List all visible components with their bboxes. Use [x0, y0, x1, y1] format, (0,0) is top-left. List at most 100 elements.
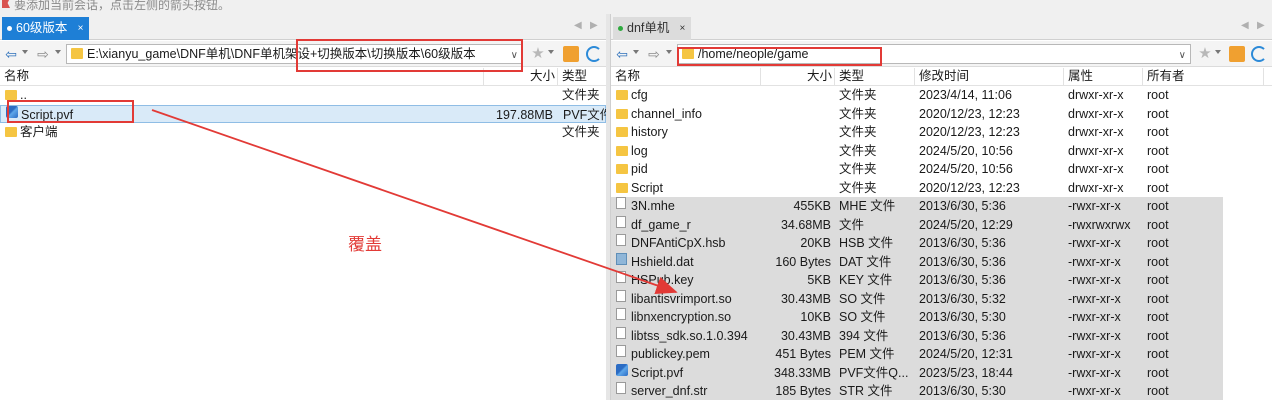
- table-row[interactable]: 客户端 文件夹: [0, 123, 606, 142]
- table-row[interactable]: Script.pvf 348.33MB PVF文件Q... 2023/5/23, 18…: [611, 363, 1272, 382]
- file-modified: 2020/12/23, 12:23: [919, 125, 1020, 139]
- refresh-icon[interactable]: [1251, 46, 1267, 62]
- file-attributes: -rwxr-xr-x: [1068, 273, 1121, 287]
- column-separator[interactable]: [557, 68, 558, 86]
- column-attributes[interactable]: 属性: [1068, 68, 1093, 86]
- table-row[interactable]: HSPub.key 5KB KEY 文件 2013/6/30, 5:36 -rwxr-x…: [611, 271, 1272, 290]
- column-type[interactable]: 类型: [562, 68, 587, 86]
- table-row[interactable]: Script 文件夹 2020/12/23, 12:23 drwxr-xr-x root: [611, 179, 1272, 198]
- table-row[interactable]: cfg 文件夹 2023/4/14, 11:06 drwxr-xr-x root: [611, 86, 1272, 105]
- file-name: df_game_r: [631, 217, 691, 232]
- back-arrow-icon[interactable]: ⇦: [614, 45, 630, 63]
- folder-icon: [616, 145, 628, 156]
- chevron-down-icon[interactable]: [548, 50, 554, 54]
- file-icon: [616, 308, 626, 320]
- table-row[interactable]: libnxencryption.so 10KB SO 文件 2013/6/30, 5:…: [611, 308, 1272, 327]
- file-size: 30.43MB: [780, 328, 831, 343]
- file-modified: 2024/5/20, 10:56: [919, 162, 1013, 176]
- forward-arrow-icon[interactable]: ⇨: [35, 45, 51, 63]
- column-separator[interactable]: [1263, 68, 1264, 86]
- file-name: channel_info: [631, 106, 702, 121]
- chevron-down-icon[interactable]: [22, 50, 28, 54]
- column-name[interactable]: 名称: [615, 68, 640, 86]
- table-row[interactable]: history 文件夹 2020/12/23, 12:23 drwxr-xr-x roo…: [611, 123, 1272, 142]
- file-name: server_dnf.str: [631, 384, 708, 398]
- file-owner: root: [1147, 180, 1169, 195]
- folder-icon: [616, 182, 628, 193]
- tab-scroll-left-icon[interactable]: ◀: [574, 20, 582, 31]
- file-owner: root: [1147, 273, 1169, 287]
- file-owner: root: [1147, 310, 1169, 324]
- table-row[interactable]: log 文件夹 2024/5/20, 10:56 drwxr-xr-x root: [611, 142, 1272, 161]
- file-owner: root: [1147, 365, 1169, 380]
- file-modified: 2020/12/23, 12:23: [919, 106, 1020, 121]
- file-owner: root: [1147, 88, 1169, 102]
- file-size: 348.33MB: [774, 365, 831, 380]
- file-type: KEY 文件: [839, 273, 893, 287]
- file-type: 文件夹: [839, 125, 877, 139]
- file-icon: [616, 382, 626, 394]
- home-folder-icon[interactable]: [563, 46, 579, 62]
- chevron-down-icon[interactable]: [633, 50, 639, 54]
- bookmark-star-icon[interactable]: ★: [530, 46, 546, 62]
- tab-scroll-right-icon[interactable]: ▶: [1257, 20, 1265, 31]
- file-size: 451 Bytes: [775, 347, 831, 361]
- tab-scroll-left-icon[interactable]: ◀: [1241, 20, 1249, 31]
- column-owner[interactable]: 所有者: [1147, 68, 1185, 86]
- bookmark-star-icon[interactable]: ★: [1197, 46, 1213, 62]
- tab-remote-dnf[interactable]: dnf单机 ×: [613, 17, 692, 40]
- file-icon: [616, 271, 626, 283]
- chevron-down-icon[interactable]: [666, 50, 672, 54]
- table-row[interactable]: server_dnf.str 185 Bytes STR 文件 2013/6/30, …: [611, 382, 1272, 400]
- column-separator[interactable]: [914, 68, 915, 86]
- table-row[interactable]: pid 文件夹 2024/5/20, 10:56 drwxr-xr-x root: [611, 160, 1272, 179]
- file-type: 394 文件: [839, 328, 889, 343]
- close-icon[interactable]: ×: [78, 17, 84, 40]
- table-row[interactable]: libantisvrimport.so 30.43MB SO 文件 2013/6/30…: [611, 289, 1272, 308]
- table-row[interactable]: libtss_sdk.so.1.0.394 30.43MB 394 文件 2013/6…: [611, 326, 1272, 345]
- file-size: 30.43MB: [780, 291, 831, 306]
- file-name: HSPub.key: [631, 273, 694, 287]
- column-name[interactable]: 名称: [4, 68, 29, 86]
- file-size: 34.68MB: [780, 217, 831, 232]
- column-size[interactable]: 大小: [530, 68, 555, 86]
- table-row[interactable]: df_game_r 34.68MB 文件 2024/5/20, 12:29 -rwxrw…: [611, 215, 1272, 234]
- table-row[interactable]: 3N.mhe 455KB MHE 文件 2013/6/30, 5:36 -rwxr-xr…: [611, 197, 1272, 216]
- tab-scroll-right-icon[interactable]: ▶: [590, 20, 598, 31]
- table-row[interactable]: DNFAntiCpX.hsb 20KB HSB 文件 2013/6/30, 5:36 -…: [611, 234, 1272, 253]
- chevron-down-icon[interactable]: ∨: [1179, 47, 1186, 63]
- column-size[interactable]: 大小: [807, 68, 832, 86]
- file-type: PVF文件: [563, 107, 606, 122]
- chevron-down-icon[interactable]: [55, 50, 61, 54]
- refresh-icon[interactable]: [586, 46, 602, 62]
- column-separator[interactable]: [760, 68, 761, 86]
- column-modified[interactable]: 修改时间: [919, 68, 969, 86]
- file-owner: root: [1147, 162, 1169, 176]
- file-owner: root: [1147, 347, 1169, 361]
- folder-icon: [616, 164, 628, 174]
- file-modified: 2013/6/30, 5:30: [919, 384, 1006, 398]
- home-folder-icon[interactable]: [1229, 46, 1245, 62]
- column-separator[interactable]: [834, 68, 835, 86]
- table-row[interactable]: Hshield.dat 160 Bytes DAT 文件 2013/6/30, 5:3…: [611, 252, 1272, 271]
- file-name: history: [631, 125, 668, 139]
- flag-icon: [2, 0, 10, 8]
- file-name: cfg: [631, 88, 648, 102]
- file-modified: 2023/4/14, 11:06: [919, 88, 1012, 102]
- file-type: SO 文件: [839, 310, 886, 324]
- close-icon[interactable]: ×: [680, 17, 686, 40]
- table-row[interactable]: publickey.pem 451 Bytes PEM 文件 2024/5/20, 1…: [611, 345, 1272, 364]
- annotation-box-local-path: [296, 39, 523, 72]
- file-modified: 2024/5/20, 10:56: [919, 143, 1013, 158]
- back-arrow-icon[interactable]: ⇦: [3, 45, 19, 63]
- forward-arrow-icon[interactable]: ⇨: [646, 45, 662, 63]
- tab-local-60[interactable]: 60级版本 ×: [2, 17, 90, 40]
- folder-icon: [71, 48, 83, 59]
- folder-icon: [616, 127, 628, 137]
- column-separator[interactable]: [1063, 68, 1064, 86]
- column-type[interactable]: 类型: [839, 68, 864, 86]
- column-separator[interactable]: [1142, 68, 1143, 86]
- table-row[interactable]: channel_info 文件夹 2020/12/23, 12:23 drwxr-xr…: [611, 105, 1272, 124]
- chevron-down-icon[interactable]: [1215, 50, 1221, 54]
- file-size: 160 Bytes: [775, 254, 831, 269]
